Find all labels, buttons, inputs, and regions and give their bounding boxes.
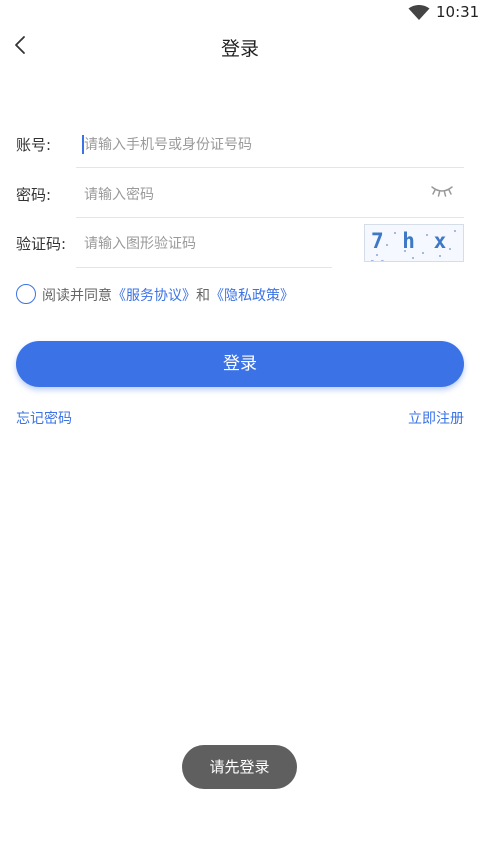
account-input[interactable]: [84, 134, 454, 156]
service-agreement-link[interactable]: 《服务协议》: [112, 288, 196, 304]
password-label: 密码:: [16, 186, 52, 204]
wifi-icon: [408, 5, 430, 20]
privacy-policy-link[interactable]: 《隐私政策》: [210, 288, 294, 304]
captcha-input[interactable]: [84, 233, 324, 255]
forgot-password-link[interactable]: 忘记密码: [16, 408, 72, 428]
agreement-conjunction: 和: [196, 288, 210, 304]
agreement-prefix: 阅读并同意: [42, 288, 112, 304]
captcha-divider: [76, 267, 332, 268]
page-title: 登录: [220, 38, 259, 60]
captcha-text: 7 h x w: [371, 229, 450, 261]
captcha-label: 验证码:: [16, 235, 67, 253]
password-divider: [76, 217, 464, 218]
nav-bar: 登录: [0, 26, 480, 66]
status-time: 10:31: [436, 3, 480, 21]
register-link[interactable]: 立即注册: [408, 408, 464, 428]
toast-message: 请先登录: [182, 745, 297, 789]
eye-closed-icon[interactable]: [430, 184, 454, 198]
captcha-image[interactable]: 7 h x w: [364, 224, 464, 262]
login-button[interactable]: 登录: [16, 341, 464, 387]
agreement-text: 阅读并同意《服务协议》和《隐私政策》: [42, 285, 294, 305]
status-bar: 10:31: [0, 0, 480, 26]
agreement-radio[interactable]: [16, 284, 36, 304]
account-divider: [76, 167, 464, 168]
password-input[interactable]: [84, 184, 414, 206]
account-label: 账号:: [16, 136, 52, 154]
